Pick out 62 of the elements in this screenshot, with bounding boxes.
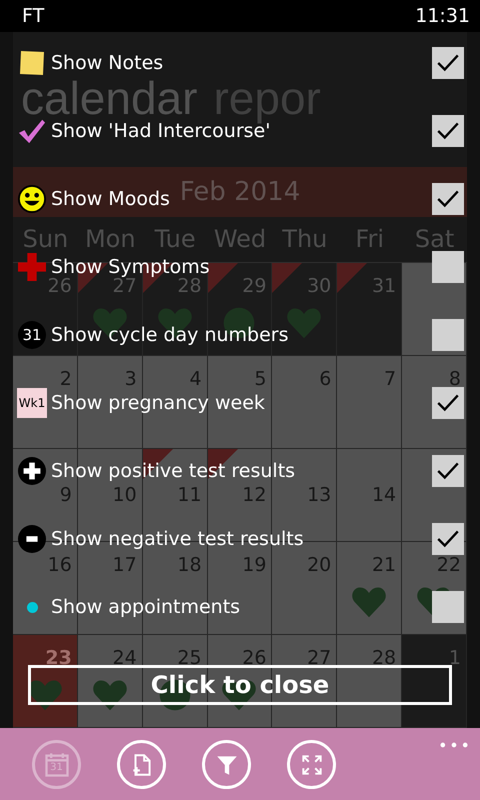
sticky-note-icon bbox=[18, 49, 46, 77]
checkbox[interactable] bbox=[432, 319, 464, 351]
day-number: 7 bbox=[384, 367, 398, 389]
day-number: 23 bbox=[45, 646, 73, 668]
checkbox[interactable] bbox=[432, 115, 464, 147]
option-label: Show appointments bbox=[51, 596, 240, 618]
option-label: Show 'Had Intercourse' bbox=[51, 120, 270, 142]
option-label: Show Symptoms bbox=[51, 256, 210, 278]
checkbox[interactable] bbox=[432, 387, 464, 419]
day-number: 14 bbox=[372, 483, 398, 505]
checkbox[interactable] bbox=[432, 455, 464, 487]
checkmark-icon bbox=[18, 117, 46, 145]
option-label: Show Notes bbox=[51, 52, 164, 74]
day-number: 27 bbox=[307, 646, 332, 668]
minus-icon bbox=[18, 525, 46, 553]
month-title: Feb 2014 bbox=[180, 177, 300, 207]
day-number: 2 bbox=[60, 367, 73, 389]
option-label: Show Moods bbox=[51, 188, 170, 210]
add-page-button[interactable] bbox=[117, 740, 166, 789]
more-icon[interactable] bbox=[440, 742, 468, 748]
day-number: 30 bbox=[307, 274, 332, 296]
day-number: 16 bbox=[48, 553, 73, 575]
day-number: 4 bbox=[189, 367, 203, 389]
day-number: 5 bbox=[254, 367, 268, 389]
checkbox[interactable] bbox=[432, 523, 464, 555]
filter-button[interactable] bbox=[202, 740, 251, 789]
day-number: 3 bbox=[124, 367, 138, 389]
clock-text: 11:31 bbox=[415, 5, 470, 27]
day-number: 17 bbox=[112, 553, 138, 575]
day-number: 18 bbox=[177, 553, 203, 575]
pivot-header[interactable]: calendar bbox=[21, 75, 198, 121]
carrier-text: FT bbox=[22, 5, 44, 27]
expand-button[interactable] bbox=[287, 740, 336, 789]
week-badge: Wk1 bbox=[17, 388, 47, 418]
checkbox[interactable] bbox=[432, 251, 464, 283]
day-number: 24 bbox=[112, 646, 138, 668]
day-number: 6 bbox=[319, 367, 332, 389]
option-label: Show positive test results bbox=[51, 460, 296, 482]
day-number: 31 bbox=[372, 274, 398, 296]
day-number: 20 bbox=[307, 553, 332, 575]
option-label: Show pregnancy week bbox=[51, 392, 265, 414]
option-label: Show cycle day numbers bbox=[51, 324, 288, 346]
option-label: Show negative test results bbox=[51, 528, 304, 550]
day-number: 8 bbox=[448, 367, 462, 389]
day-number: 25 bbox=[177, 646, 203, 668]
day-number: 29 bbox=[242, 274, 268, 296]
day-number: 28 bbox=[372, 646, 398, 668]
day-number: 13 bbox=[307, 483, 332, 505]
day-number: 26 bbox=[242, 646, 268, 668]
day-number: 19 bbox=[242, 553, 268, 575]
close-button[interactable]: Click to close bbox=[28, 665, 452, 705]
checkbox[interactable] bbox=[432, 591, 464, 623]
smiley-icon bbox=[18, 185, 46, 213]
day-number: 1 bbox=[448, 646, 462, 668]
cross-icon bbox=[18, 253, 46, 281]
day-number: 21 bbox=[372, 553, 398, 575]
checkbox[interactable] bbox=[432, 47, 464, 79]
dot-icon bbox=[26, 602, 38, 612]
checkbox[interactable] bbox=[432, 183, 464, 215]
day-number: 22 bbox=[436, 553, 462, 575]
plus-icon bbox=[18, 457, 46, 485]
calendar-icon bbox=[42, 750, 70, 778]
